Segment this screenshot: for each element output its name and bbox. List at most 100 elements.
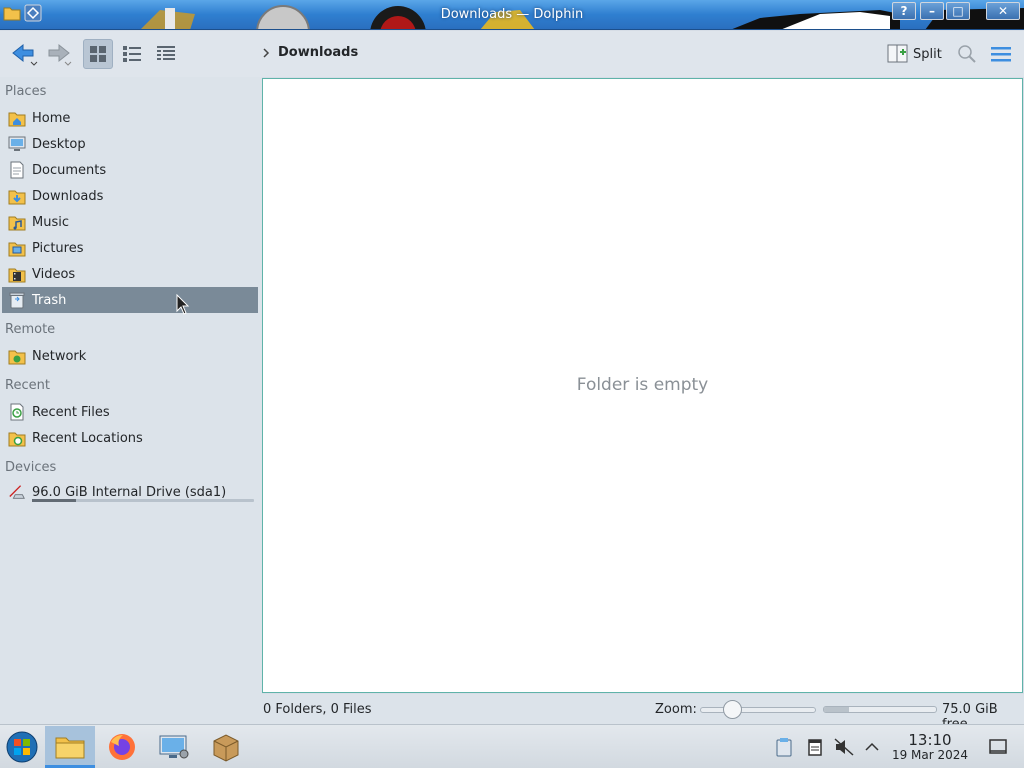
main-toolbar: Downloads Split (0, 31, 1024, 77)
icons-view-icon (90, 46, 106, 62)
volume-tray-button[interactable] (834, 737, 854, 757)
window-titlebar[interactable]: Downloads — Dolphin ? – □ ✕ (0, 0, 1024, 30)
zoom-slider[interactable] (700, 707, 816, 713)
places-section-title: Places (5, 84, 47, 99)
status-bar: 0 Folders, 0 Files Zoom: 75.0 GiB free (0, 694, 1024, 732)
zoom-slider-handle[interactable] (722, 700, 742, 719)
place-network[interactable]: Network (2, 343, 258, 369)
drive-icon (8, 483, 26, 501)
drive-usage-fill (32, 499, 77, 502)
split-button[interactable]: Split (887, 43, 942, 65)
documents-folder-icon (8, 161, 26, 179)
hamburger-menu-icon (991, 47, 1011, 62)
close-button[interactable]: ✕ (986, 2, 1020, 20)
system-settings-icon (159, 735, 189, 759)
show-desktop-icon (989, 739, 1007, 754)
place-pictures[interactable]: Pictures (2, 235, 258, 261)
firefox-icon (109, 734, 135, 760)
place-label: Documents (32, 162, 107, 178)
recent-section-title: Recent (5, 378, 50, 393)
taskbar-firefox[interactable] (97, 726, 147, 768)
search-button[interactable] (955, 42, 979, 66)
mouse-cursor-icon (176, 294, 190, 315)
downloads-folder-icon (8, 187, 26, 205)
forward-arrow-icon (48, 43, 72, 66)
clipboard-tray-button[interactable] (774, 737, 794, 757)
recent-files-icon (8, 403, 26, 421)
notes-tray-icon (808, 739, 822, 756)
expand-tray-button[interactable] (862, 737, 882, 757)
dolphin-file-manager-icon (55, 737, 85, 758)
empty-folder-message: Folder is empty (576, 375, 709, 395)
forward-button[interactable] (44, 40, 74, 68)
expand-tray-icon (865, 742, 879, 751)
place-label: Music (32, 214, 69, 230)
details-view-button[interactable] (151, 39, 181, 69)
compact-view-button[interactable] (117, 39, 147, 69)
devices-section-title: Devices (5, 460, 57, 475)
place-label: Network (32, 348, 87, 364)
file-view[interactable]: Folder is empty (262, 78, 1023, 693)
help-button[interactable]: ? (892, 2, 916, 20)
place-label: Recent Locations (32, 430, 143, 446)
remote-section-title: Remote (5, 322, 56, 337)
breadcrumb: Downloads (262, 45, 358, 60)
compact-view-icon (123, 46, 141, 62)
place-label: Recent Files (32, 404, 110, 420)
videos-folder-icon (8, 265, 26, 283)
place-home[interactable]: Home (2, 105, 258, 131)
place-recent-locations[interactable]: Recent Locations (2, 425, 258, 451)
breadcrumb-chevron-icon[interactable] (262, 47, 270, 58)
place-label: Trash (32, 292, 67, 308)
zoom-label: Zoom: (655, 702, 697, 717)
back-arrow-icon (12, 43, 38, 66)
place-downloads[interactable]: Downloads (2, 183, 258, 209)
details-view-icon (157, 46, 175, 60)
taskbar-dolphin[interactable] (45, 726, 95, 768)
drive-usage-bar (32, 499, 254, 502)
status-summary: 0 Folders, 0 Files (263, 702, 372, 717)
trash-icon (8, 291, 26, 309)
place-label: Desktop (32, 136, 86, 152)
window-title: Downloads — Dolphin (440, 7, 584, 22)
volume-muted-icon (834, 738, 854, 756)
place-recent-files[interactable]: Recent Files (2, 399, 258, 425)
package-archive-icon (213, 734, 239, 762)
place-desktop[interactable]: Desktop (2, 131, 258, 157)
device-label: 96.0 GiB Internal Drive (sda1) (32, 484, 227, 500)
clock-time[interactable]: 13:10 (892, 731, 968, 749)
split-view-icon (887, 44, 908, 63)
maximize-button[interactable]: □ (946, 2, 970, 20)
place-label: Downloads (32, 188, 104, 204)
places-panel: Places Home Desktop Documents Downloads … (0, 77, 262, 724)
start-menu-button[interactable] (0, 726, 44, 768)
home-folder-icon (8, 109, 26, 127)
place-label: Videos (32, 266, 76, 282)
music-folder-icon (8, 213, 26, 231)
place-label: Pictures (32, 240, 84, 256)
place-label: Home (32, 110, 71, 126)
icons-view-button[interactable] (83, 39, 113, 69)
main-menu-button[interactable] (988, 42, 1014, 66)
clipboard-tray-icon (776, 738, 792, 757)
show-desktop-button[interactable] (988, 737, 1008, 757)
clock-date[interactable]: 19 Mar 2024 (882, 748, 978, 762)
taskbar-package[interactable] (201, 726, 251, 768)
breadcrumb-current[interactable]: Downloads (278, 45, 358, 60)
split-label: Split (913, 46, 942, 62)
pictures-folder-icon (8, 239, 26, 257)
back-button[interactable] (10, 40, 40, 68)
place-trash[interactable]: Trash (2, 287, 258, 313)
free-space-fill (824, 707, 849, 712)
minimize-button[interactable]: – (920, 2, 944, 20)
recent-locations-icon (8, 429, 26, 447)
free-space-bar[interactable] (823, 706, 937, 713)
place-music[interactable]: Music (2, 209, 258, 235)
network-folder-icon (8, 347, 26, 365)
taskbar: 13:10 19 Mar 2024 (0, 724, 1024, 768)
place-documents[interactable]: Documents (2, 157, 258, 183)
place-videos[interactable]: Videos (2, 261, 258, 287)
notes-tray-button[interactable] (805, 737, 825, 757)
start-menu-icon (6, 731, 38, 763)
taskbar-settings[interactable] (149, 726, 199, 768)
